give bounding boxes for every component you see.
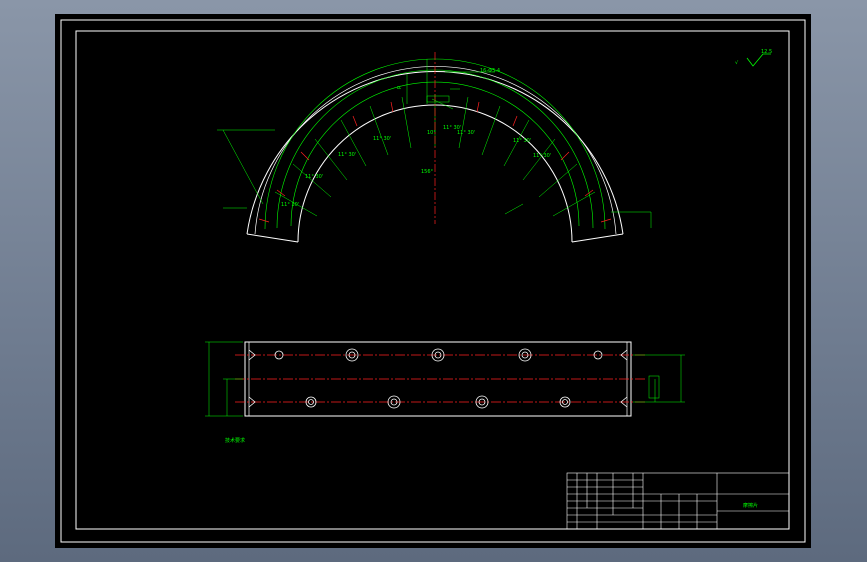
svg-text:11° 30': 11° 30' [373,136,391,142]
svg-text:16-Φ5.4: 16-Φ5.4 [480,68,500,74]
outer-border [60,19,806,543]
plan-view [205,341,685,417]
svg-text:11° 30': 11° 30' [305,174,323,180]
svg-text:12.5: 12.5 [761,49,772,55]
svg-text:11° 30': 11° 30' [281,202,299,208]
cad-drawing: 12.5 √ R 16-Φ5.4 10° 156° 11° 30' 11° 30… [60,19,806,543]
drawing-sheet: 12.5 √ R 16-Φ5.4 10° 156° 11° 30' 11° 30… [55,14,811,548]
svg-text:10°: 10° [427,130,436,136]
svg-text:√: √ [735,60,739,66]
technical-notes: 技术要求 [225,437,245,444]
svg-text:技术要求: 技术要求 [225,437,245,444]
svg-text:11° 30': 11° 30' [513,138,531,144]
svg-text:11° 30': 11° 30' [457,130,475,136]
arc-view: R 16-Φ5.4 10° 156° 11° 30' 11° 30' 11° 3… [217,52,652,243]
outer-arc-inner-edge [254,66,617,235]
svg-text:11° 30': 11° 30' [338,152,356,158]
title-block [566,472,790,530]
surface-finish-symbol: 12.5 √ [735,49,772,67]
part-name-label: 摩擦片 [743,502,758,509]
svg-text:R: R [397,85,403,89]
svg-text:156°: 156° [421,169,434,175]
inner-border [75,30,790,530]
svg-text:11° 30': 11° 30' [533,153,551,159]
